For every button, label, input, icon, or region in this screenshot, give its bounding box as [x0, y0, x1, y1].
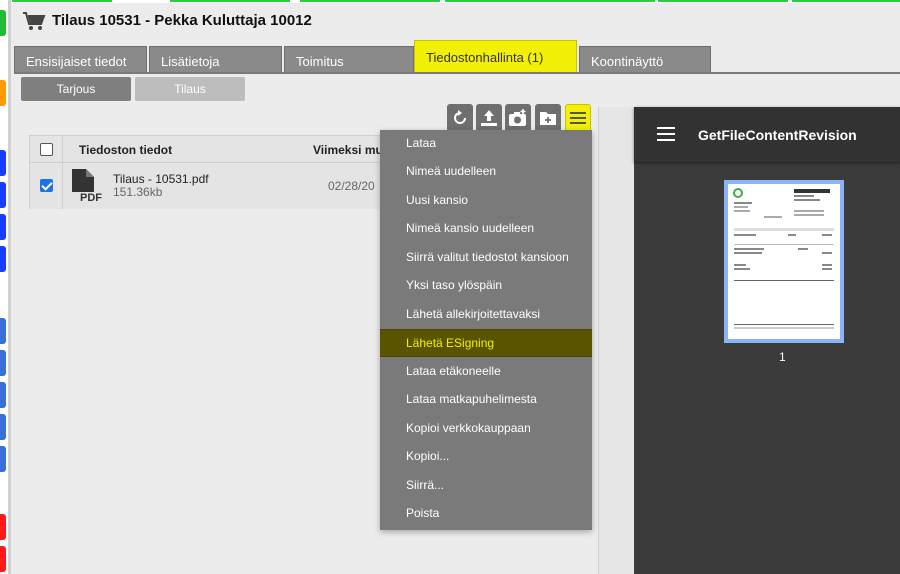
- menu-item-move[interactable]: Siirrä...: [380, 472, 592, 498]
- menu-icon: [570, 112, 586, 124]
- menu-item-rename-folder[interactable]: Nimeä kansio uudelleen: [380, 215, 592, 241]
- table-row[interactable]: PDF Tilaus - 10531.pdf 151.36kb 02/28/20: [30, 163, 388, 209]
- file-name[interactable]: Tilaus - 10531.pdf: [113, 172, 209, 186]
- tab-additional-info[interactable]: Lisätietoja: [149, 46, 282, 73]
- tab-dashboard[interactable]: Koontinäyttö: [579, 46, 711, 73]
- subtab-order[interactable]: Tilaus: [135, 77, 245, 101]
- status-marker[interactable]: [0, 214, 6, 240]
- viewer-title: GetFileContentRevision: [698, 127, 857, 143]
- menu-item-copy-to-webshop[interactable]: Kopioi verkkokauppaan: [380, 415, 592, 441]
- select-all-checkbox[interactable]: [40, 143, 53, 156]
- status-marker[interactable]: [0, 514, 6, 540]
- refresh-icon: [454, 110, 466, 124]
- page-title: Tilaus 10531 - Pekka Kuluttaja 10012: [52, 12, 312, 29]
- menu-button[interactable]: [565, 104, 591, 132]
- tab-file-management[interactable]: Tiedostonhallinta (1): [414, 40, 577, 73]
- status-segment: [300, 0, 440, 2]
- viewer-menu-icon[interactable]: [657, 127, 675, 141]
- menu-item-send-esigning[interactable]: Lähetä ESigning: [380, 329, 592, 357]
- tab-primary-info[interactable]: Ensisijaiset tiedot: [14, 46, 147, 73]
- status-marker[interactable]: [0, 350, 6, 376]
- row-checkbox[interactable]: [40, 179, 53, 192]
- status-marker[interactable]: [0, 414, 6, 440]
- refresh-button[interactable]: [447, 104, 473, 132]
- shopping-cart-icon: [23, 12, 46, 30]
- menu-item-rename[interactable]: Nimeä uudelleen: [380, 158, 592, 184]
- menu-item-upload-from-phone[interactable]: Lataa matkapuhelimesta: [380, 386, 592, 412]
- camera-add-button[interactable]: [505, 104, 531, 132]
- page-header: Tilaus 10531 - Pekka Kuluttaja 10012: [12, 3, 900, 37]
- menu-item-copy[interactable]: Kopioi...: [380, 443, 592, 469]
- table-header: Tiedoston tiedot Viimeksi mu: [30, 136, 388, 163]
- status-marker[interactable]: [0, 80, 6, 106]
- svg-text:PDF: PDF: [80, 192, 102, 204]
- subtab-offer[interactable]: Tarjous: [21, 77, 131, 101]
- menu-item-new-folder[interactable]: Uusi kansio: [380, 187, 592, 213]
- left-divider: [8, 0, 11, 574]
- page-thumbnail[interactable]: [724, 180, 844, 343]
- menu-item-delete[interactable]: Poista: [380, 500, 592, 526]
- status-marker[interactable]: [0, 150, 6, 176]
- camera-add-icon: [509, 109, 526, 126]
- status-segment: [170, 0, 290, 2]
- page-number: 1: [779, 350, 786, 364]
- file-table: Tiedoston tiedot Viimeksi mu PDF Tilaus …: [29, 135, 389, 209]
- pdf-icon: PDF: [72, 169, 102, 204]
- status-segment: [792, 0, 900, 2]
- menu-item-download[interactable]: Lataa: [380, 130, 592, 156]
- status-marker[interactable]: [0, 382, 6, 408]
- upload-button[interactable]: [476, 104, 502, 132]
- upload-icon: [481, 110, 497, 126]
- status-marker[interactable]: [0, 246, 6, 272]
- tab-underline: [14, 72, 900, 74]
- column-separator: [62, 163, 63, 209]
- left-status-bar: [0, 0, 8, 574]
- status-segment: [445, 0, 655, 2]
- file-size: 151.36kb: [113, 185, 163, 199]
- status-marker[interactable]: [0, 446, 6, 472]
- pdf-viewer: GetFileContentRevision 1: [634, 107, 900, 574]
- status-segment: [658, 0, 788, 2]
- menu-item-send-for-signing[interactable]: Lähetä allekirjoitettavaksi: [380, 301, 592, 327]
- menu-item-download-remote[interactable]: Lataa etäkoneelle: [380, 358, 592, 384]
- file-date: 02/28/20: [328, 179, 375, 193]
- new-folder-button[interactable]: [535, 104, 561, 132]
- panel-gutter: [598, 107, 634, 574]
- column-separator: [62, 136, 63, 162]
- status-marker[interactable]: [0, 182, 6, 208]
- actions-dropdown-menu: Lataa Nimeä uudelleen Uusi kansio Nimeä …: [380, 130, 592, 530]
- tab-delivery[interactable]: Toimitus: [284, 46, 414, 73]
- viewer-toolbar: GetFileContentRevision: [634, 107, 900, 162]
- menu-item-move-to-folder[interactable]: Siirrä valitut tiedostot kansioon: [380, 244, 592, 270]
- column-header-modified[interactable]: Viimeksi mu: [313, 143, 383, 157]
- menu-item-level-up[interactable]: Yksi taso ylöspäin: [380, 272, 592, 298]
- status-marker[interactable]: [0, 10, 6, 36]
- status-segment: [12, 0, 112, 2]
- column-header-file-info[interactable]: Tiedoston tiedot: [79, 143, 172, 157]
- status-marker[interactable]: [0, 318, 6, 344]
- new-folder-icon: [540, 112, 556, 125]
- status-marker[interactable]: [0, 546, 6, 572]
- document-preview-icon: [733, 188, 834, 329]
